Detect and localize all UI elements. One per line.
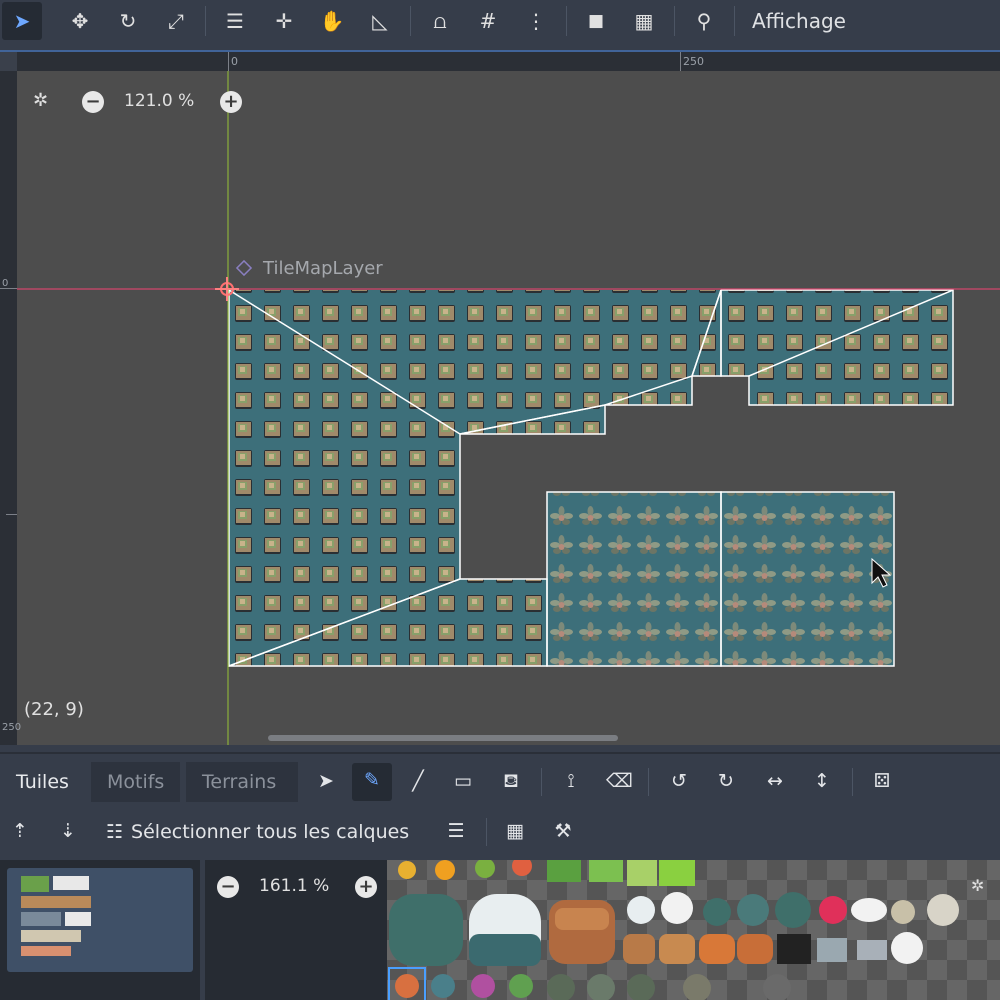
smart-snap-icon: ⩍ xyxy=(433,9,447,33)
tile-atlas-view[interactable]: ✲ xyxy=(387,860,1000,1000)
node-name-label: TileMapLayer xyxy=(263,258,383,279)
ruler-top[interactable]: 0 250 xyxy=(0,52,1000,71)
atlas-zoom-level[interactable]: 161.1 % xyxy=(259,876,329,896)
zoom-level[interactable]: 121.0 % xyxy=(124,91,194,111)
pencil-icon: ✎ xyxy=(364,769,380,791)
list-select-icon: ☰ xyxy=(226,9,244,33)
pivot-icon: ✛ xyxy=(275,9,293,33)
scale-icon: ⤢ xyxy=(168,9,184,33)
flip-horizontal-icon[interactable]: ↔ xyxy=(762,770,788,792)
tab-patterns[interactable]: Motifs xyxy=(91,762,181,802)
select-all-layers-label: Sélectionner tous les calques xyxy=(131,821,410,843)
center-view-icon[interactable]: ✲ xyxy=(33,90,48,111)
move-icon: ✥ xyxy=(71,9,89,33)
cursor-coordinates: (22, 9) xyxy=(24,699,84,720)
rotate-icon: ↻ xyxy=(119,9,137,33)
tilemap-canvas[interactable] xyxy=(0,52,1000,745)
line-tool-icon[interactable]: ╱ xyxy=(406,770,430,792)
flip-vertical-icon[interactable]: ↕ xyxy=(810,770,834,792)
tools-settings-icon[interactable]: ⚒ xyxy=(551,820,575,842)
move-mode-button[interactable]: ✥ xyxy=(60,2,100,40)
layer-up-icon[interactable]: ⇡ xyxy=(8,820,32,842)
tilemaplayer-node-icon xyxy=(235,259,253,277)
ruler-top-label: 250 xyxy=(683,55,704,68)
lock-icon: ■ xyxy=(587,11,605,31)
view-menu[interactable]: Affichage xyxy=(752,7,846,35)
pan-icon: ✋ xyxy=(319,9,345,33)
atlas-zoom-panel: − 161.1 % + xyxy=(205,860,387,1000)
list-icon: ☷ xyxy=(106,821,124,843)
grid-snap-icon: # xyxy=(479,9,497,33)
snap-options-button[interactable]: ⋮ xyxy=(516,2,556,40)
ruler-corner xyxy=(0,52,17,71)
random-dice-icon[interactable]: ⚄ xyxy=(870,770,894,792)
atlas-zoom-out-button[interactable]: − xyxy=(217,876,239,898)
grid-toggle-icon[interactable]: ▦ xyxy=(503,820,527,842)
rotate-left-icon[interactable]: ↺ xyxy=(667,770,691,792)
atlas-thumbnail xyxy=(21,876,91,956)
ruler-left[interactable]: 0 250 xyxy=(0,52,21,745)
editor-toolbar: ➤ ✥ ↻ ⤢ ☰ ✛ ✋ ◺ ⩍ # ⋮ ■ ▦ ⚲ Affichage xyxy=(0,0,1000,42)
tab-tiles[interactable]: Tuiles xyxy=(0,762,85,802)
minus-icon: − xyxy=(85,91,101,112)
layers-menu-icon[interactable]: ☰ xyxy=(444,820,468,842)
tab-terrains[interactable]: Terrains xyxy=(186,762,298,802)
select-mode-button[interactable]: ➤ xyxy=(2,2,42,40)
ruler-mode-button[interactable]: ◺ xyxy=(360,2,400,40)
select-all-layers-toggle[interactable]: ☷ Sélectionner tous les calques xyxy=(106,818,409,846)
zoom-in-button[interactable]: + xyxy=(220,91,242,113)
bucket-tool-icon[interactable]: ⛾ xyxy=(498,770,524,795)
ruler-left-label: 0 xyxy=(2,278,9,289)
plus-icon: + xyxy=(358,876,374,897)
group-icon: ▦ xyxy=(634,9,654,33)
rect-tool-icon[interactable]: ▭ xyxy=(450,770,476,792)
bone-icon: ⚲ xyxy=(696,9,712,33)
plus-icon: + xyxy=(223,91,239,112)
grid-snap-button[interactable]: # xyxy=(468,2,508,40)
scale-mode-button[interactable]: ⤢ xyxy=(156,2,196,40)
pivot-mode-button[interactable]: ✛ xyxy=(264,2,304,40)
pan-mode-button[interactable]: ✋ xyxy=(312,2,352,40)
ruler-left-label: 250 xyxy=(2,722,22,733)
layer-down-icon[interactable]: ⇣ xyxy=(56,820,80,842)
ruler-top-label: 0 xyxy=(231,55,238,68)
eraser-tool-icon[interactable]: ⌫ xyxy=(606,770,633,792)
canvas-viewport[interactable]: ✲ − 121.0 % + TileMapLayer (22, 9) xyxy=(0,52,1000,745)
large-rock-tiles xyxy=(389,894,615,966)
select-icon: ➤ xyxy=(13,9,31,33)
more-options-icon: ⋮ xyxy=(526,9,546,33)
atlas-source-item[interactable] xyxy=(7,868,193,972)
minus-icon: − xyxy=(220,876,236,897)
rotate-right-icon[interactable]: ↻ xyxy=(714,770,738,792)
skeleton-button[interactable]: ⚲ xyxy=(684,2,724,40)
rotate-mode-button[interactable]: ↻ xyxy=(108,2,148,40)
lock-button[interactable]: ■ xyxy=(576,2,616,40)
list-select-button[interactable]: ☰ xyxy=(215,2,255,40)
smart-snap-button[interactable]: ⩍ xyxy=(420,2,460,40)
atlas-zoom-in-button[interactable]: + xyxy=(355,876,377,898)
paint-tool-button[interactable]: ✎ xyxy=(352,763,392,801)
horizontal-scrollbar[interactable] xyxy=(268,735,618,741)
ruler-icon: ◺ xyxy=(372,9,388,33)
group-button[interactable]: ▦ xyxy=(624,2,664,40)
atlas-center-view-icon[interactable]: ✲ xyxy=(971,876,984,895)
zoom-out-button[interactable]: − xyxy=(82,91,104,113)
picker-tool-icon[interactable]: ⟟ xyxy=(559,770,583,792)
select-tool-icon[interactable]: ➤ xyxy=(314,770,338,792)
